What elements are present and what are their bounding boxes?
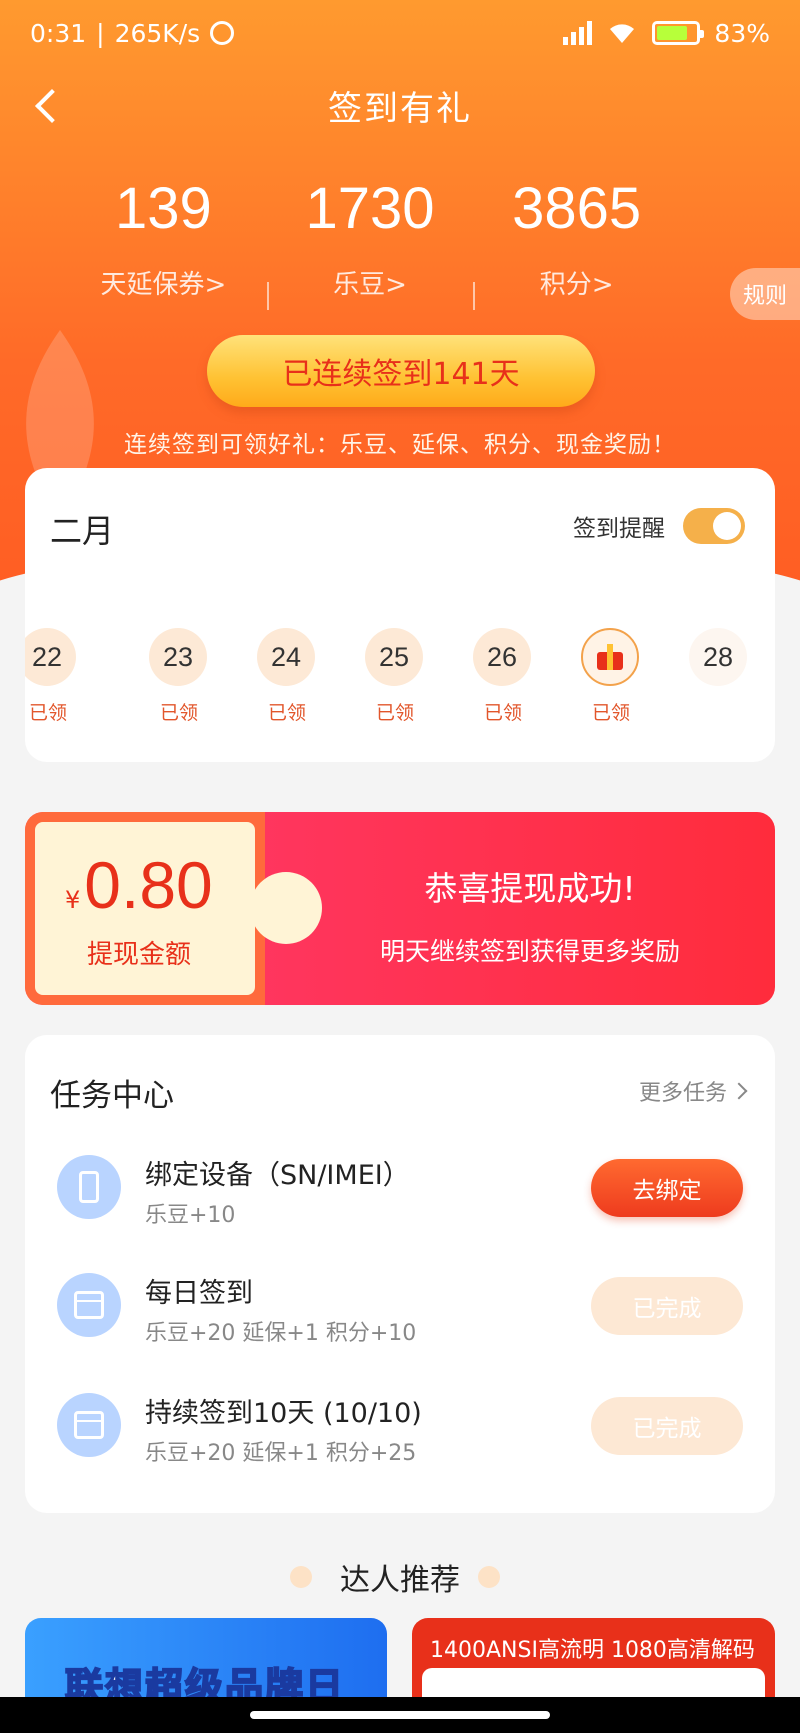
calendar-day[interactable]: 25 已领 xyxy=(365,628,425,725)
more-tasks-link[interactable]: 更多任务 xyxy=(639,1075,748,1107)
decor-dot-icon xyxy=(478,1566,500,1588)
task-item: 绑定设备（SN/IMEI） 乐豆+10 去绑定 xyxy=(25,1135,775,1235)
cash-amount-label: 提现金额 xyxy=(87,940,192,970)
bind-device-button[interactable]: 去绑定 xyxy=(591,1159,743,1217)
status-speed: 265K/s xyxy=(114,18,201,48)
task-reward: 乐豆+10 xyxy=(145,1203,236,1228)
status-bar: 0:31 | 265K/s 83% xyxy=(30,18,770,48)
page-title: 签到有礼 xyxy=(328,88,472,129)
calendar-day[interactable]: 23 已领 xyxy=(149,628,209,725)
nav-bar: 签到有礼 xyxy=(0,70,800,140)
calendar-icon xyxy=(57,1273,121,1337)
cash-title: 恭喜提现成功! xyxy=(424,869,636,908)
task-done-button[interactable]: 已完成 xyxy=(591,1397,743,1455)
wifi-icon xyxy=(610,24,635,43)
task-name: 持续签到10天 (10/10) xyxy=(145,1398,422,1429)
recommend-title: 达人推荐 xyxy=(340,1563,460,1598)
task-item: 每日签到 乐豆+20 延保+1 积分+10 已完成 xyxy=(25,1253,775,1353)
stat-ledou[interactable]: 1730 乐豆> xyxy=(266,180,474,310)
signal-icon xyxy=(563,21,593,45)
calendar-day-today[interactable]: 已领 xyxy=(581,628,641,725)
calendar-card: 二月 签到提醒 22 已领 23 已领 24 已领 25 已领 26 已领 已领 xyxy=(25,468,775,762)
task-center: 任务中心 更多任务 绑定设备（SN/IMEI） 乐豆+10 去绑定 每日签到 乐… xyxy=(25,1035,775,1513)
stat-points[interactable]: 3865 积分> xyxy=(473,180,680,310)
remind-label: 签到提醒 xyxy=(573,516,665,542)
task-center-title: 任务中心 xyxy=(50,1078,174,1114)
cash-reward-card: ¥ 0.80 提现金额 恭喜提现成功! 明天继续签到获得更多奖励 xyxy=(25,812,775,1005)
calendar-day[interactable]: 28 xyxy=(689,628,749,698)
cash-subtitle: 明天继续签到获得更多奖励 xyxy=(379,937,680,966)
calendar-day[interactable]: 26 已领 xyxy=(473,628,533,725)
chevron-right-icon xyxy=(730,1082,748,1100)
calendar-month: 二月 xyxy=(50,512,115,550)
phone-icon xyxy=(57,1155,121,1219)
task-reward: 乐豆+20 延保+1 积分+10 xyxy=(145,1321,417,1346)
rules-button[interactable]: 规则 xyxy=(730,268,800,320)
battery-icon xyxy=(652,21,705,45)
task-item: 持续签到10天 (10/10) 乐豆+20 延保+1 积分+25 已完成 xyxy=(25,1373,775,1473)
task-name: 每日签到 xyxy=(145,1278,253,1309)
battery-percent: 83% xyxy=(714,18,770,48)
task-reward: 乐豆+20 延保+1 积分+25 xyxy=(145,1441,417,1466)
remind-setting: 签到提醒 xyxy=(573,508,745,544)
calendar-days: 22 已领 23 已领 24 已领 25 已领 26 已领 已领 28 xyxy=(25,628,775,748)
task-done-button[interactable]: 已完成 xyxy=(591,1277,743,1335)
calendar-check-icon xyxy=(57,1393,121,1457)
streak-description: 连续签到可领好礼：乐豆、延保、积分、现金奖励！ xyxy=(124,432,676,458)
status-time: 0:31 xyxy=(30,18,87,48)
back-icon[interactable] xyxy=(30,86,70,126)
calendar-day[interactable]: 22 已领 xyxy=(25,628,78,725)
home-indicator[interactable] xyxy=(0,1697,800,1733)
cash-amount: ¥ 0.80 xyxy=(65,848,213,922)
remind-toggle[interactable] xyxy=(683,508,745,544)
alarm-icon xyxy=(210,21,235,45)
stat-warranty[interactable]: 139 天延保券> xyxy=(60,180,267,301)
stats-row: 139 天延保券> 1730 乐豆> 3865 积分> xyxy=(60,180,680,310)
streak-button[interactable]: 已连续签到141天 xyxy=(207,335,595,407)
task-name: 绑定设备（SN/IMEI） xyxy=(145,1160,410,1191)
gift-icon xyxy=(595,644,625,670)
calendar-day[interactable]: 24 已领 xyxy=(257,628,317,725)
